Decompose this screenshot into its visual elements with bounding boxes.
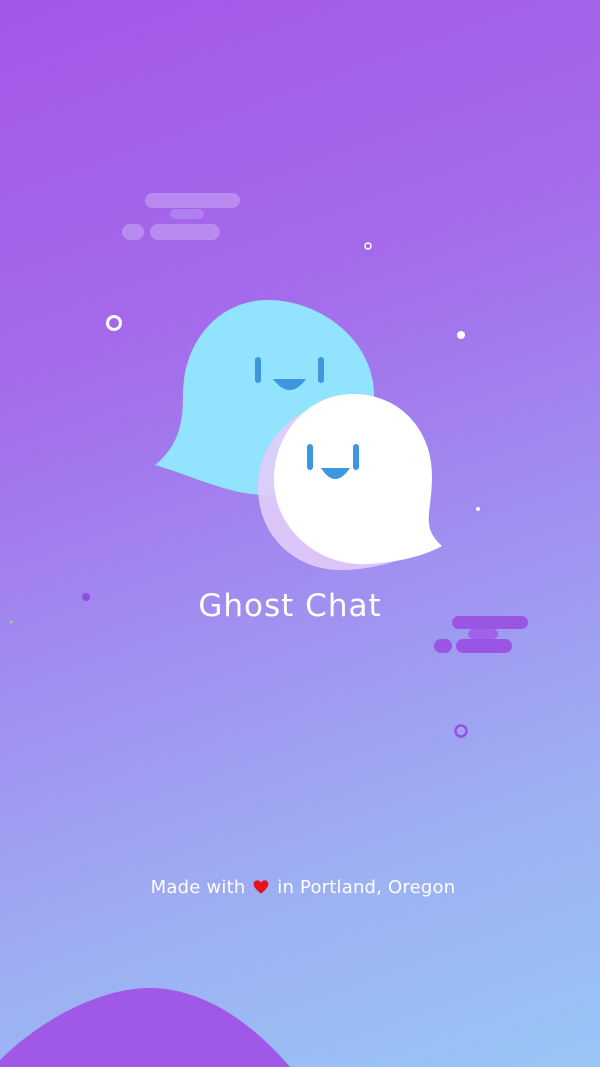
heart-icon	[254, 880, 269, 894]
tagline-made-with: Made with	[150, 877, 246, 898]
app-title: Ghost Chat	[198, 588, 382, 624]
bottom-hill-decoration	[0, 988, 290, 1067]
ghost-bubble-white-icon	[258, 394, 442, 571]
tagline-location: in Portland, Oregon	[277, 877, 456, 898]
footer-tagline: Made with in Portland, Oregon	[0, 877, 600, 898]
splash-screen: Ghost Chat Made with in Portland, Oregon	[0, 0, 600, 1067]
